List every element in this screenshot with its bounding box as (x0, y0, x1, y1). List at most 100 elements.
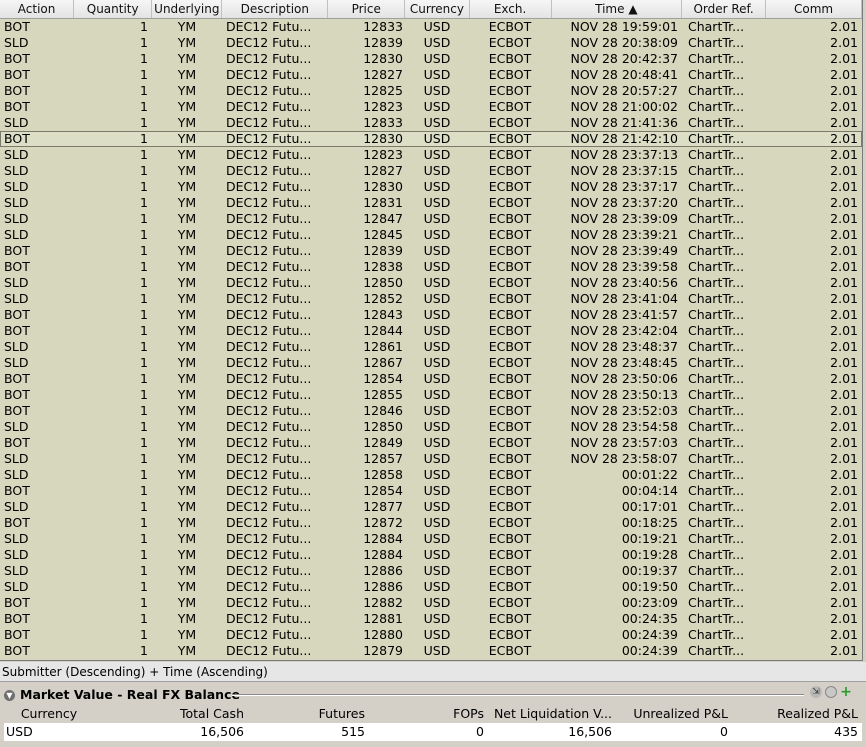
cell-exchange: ECBOT (488, 467, 532, 482)
table-row[interactable]: SLD 1 YM DEC12 Futu... 12831 USD ECBOT NOV 28 2… (0, 195, 862, 211)
table-row[interactable]: SLD 1 YM DEC12 Futu... 12867 USD ECBOT NOV 28 2… (0, 355, 862, 371)
table-row[interactable]: SLD 1 YM DEC12 Futu... 12886 USD ECBOT 00:19:37… (0, 563, 862, 579)
cell-underlying: YM (177, 307, 197, 322)
table-row[interactable]: BOT 1 YM DEC12 Futu... 12882 USD ECBOT 00:23:09… (0, 595, 862, 611)
cell-description: DEC12 Futu... (226, 291, 312, 306)
table-row[interactable]: BOT 1 YM DEC12 Futu... 12839 USD ECBOT NOV 28 2… (0, 243, 862, 259)
market-value-title: Market Value - Real FX Balance (20, 687, 240, 702)
cell-time: 00:19:28 (621, 547, 678, 562)
mv-col-net-liquidation[interactable]: Net Liquidation V... (488, 706, 616, 722)
table-row[interactable]: SLD 1 YM DEC12 Futu... 12850 USD ECBOT NOV 28 2… (0, 419, 862, 435)
col-quantity-header[interactable]: Quantity (74, 0, 153, 18)
table-row[interactable]: SLD 1 YM DEC12 Futu... 12830 USD ECBOT NOV 28 2… (0, 179, 862, 195)
table-row[interactable]: SLD 1 YM DEC12 Futu... 12845 USD ECBOT NOV 28 2… (0, 227, 862, 243)
cell-quantity: 1 (140, 531, 148, 546)
table-row[interactable]: SLD 1 YM DEC12 Futu... 12877 USD ECBOT 00:17:01… (0, 499, 862, 515)
cell-action: SLD (4, 563, 29, 578)
col-order-ref-header[interactable]: Order Ref. (682, 0, 767, 18)
cell-comm: 2.01 (830, 243, 858, 258)
table-row[interactable]: BOT 1 YM DEC12 Futu... 12830 USD ECBOT NOV 28 2… (0, 51, 862, 67)
table-row[interactable]: BOT 1 YM DEC12 Futu... 12823 USD ECBOT NOV 28 2… (0, 99, 862, 115)
cell-quantity: 1 (140, 99, 148, 114)
table-row[interactable]: BOT 1 YM DEC12 Futu... 12830 USD ECBOT NOV 28 2… (0, 131, 862, 147)
mv-col-realized-pnl[interactable]: Realized P&L (732, 706, 862, 722)
table-row[interactable]: BOT 1 YM DEC12 Futu... 12854 USD ECBOT NOV 28 2… (0, 371, 862, 387)
table-row[interactable]: SLD 1 YM DEC12 Futu... 12823 USD ECBOT NOV 28 2… (0, 147, 862, 163)
cell-time: NOV 28 20:42:37 (570, 51, 678, 66)
col-underlying-header[interactable]: Underlying (152, 0, 223, 18)
table-row[interactable]: SLD 1 YM DEC12 Futu... 12861 USD ECBOT NOV 28 2… (0, 339, 862, 355)
cell-quantity: 1 (140, 83, 148, 98)
col-currency-header[interactable]: Currency (405, 0, 470, 18)
table-row[interactable]: BOT 1 YM DEC12 Futu... 12833 USD ECBOT NOV 28 1… (0, 19, 862, 35)
cell-order-ref: ChartTr... (688, 435, 745, 450)
table-row[interactable]: BOT 1 YM DEC12 Futu... 12855 USD ECBOT NOV 28 2… (0, 387, 862, 403)
table-row[interactable]: SLD 1 YM DEC12 Futu... 12847 USD ECBOT NOV 28 2… (0, 211, 862, 227)
cell-description: DEC12 Futu... (226, 563, 312, 578)
table-row[interactable]: SLD 1 YM DEC12 Futu... 12827 USD ECBOT NOV 28 2… (0, 163, 862, 179)
col-time-header[interactable]: Time ▲ (552, 0, 683, 18)
table-row[interactable]: BOT 1 YM DEC12 Futu... 12880 USD ECBOT 00:24:39… (0, 627, 862, 643)
table-row[interactable]: SLD 1 YM DEC12 Futu... 12839 USD ECBOT NOV 28 2… (0, 35, 862, 51)
col-price-header[interactable]: Price (328, 0, 406, 18)
table-row[interactable]: BOT 1 YM DEC12 Futu... 12879 USD ECBOT 00:24:39… (0, 643, 862, 659)
cell-action: BOT (4, 243, 30, 258)
cell-underlying: YM (177, 451, 197, 466)
settings-icon[interactable] (825, 686, 837, 698)
mv-currency: USD (6, 724, 33, 739)
table-row[interactable]: BOT 1 YM DEC12 Futu... 12881 USD ECBOT 00:24:35… (0, 611, 862, 627)
cell-action: BOT (4, 627, 30, 642)
table-row[interactable]: SLD 1 YM DEC12 Futu... 12833 USD ECBOT NOV 28 2… (0, 115, 862, 131)
cell-order-ref: ChartTr... (688, 499, 745, 514)
cell-underlying: YM (177, 531, 197, 546)
mv-col-futures[interactable]: Futures (248, 706, 369, 722)
collapse-icon[interactable]: ▼ (4, 689, 15, 701)
cell-quantity: 1 (140, 547, 148, 562)
cell-quantity: 1 (140, 611, 148, 626)
col-description-header[interactable]: Description (222, 0, 329, 18)
cell-comm: 2.01 (830, 211, 858, 226)
market-value-row[interactable]: USD 16,506 515 0 16,506 0 435 (4, 723, 862, 741)
cell-quantity: 1 (140, 195, 148, 210)
mv-col-total-cash[interactable]: Total Cash (94, 706, 248, 722)
cell-currency: USD (423, 99, 451, 114)
table-row[interactable]: BOT 1 YM DEC12 Futu... 12825 USD ECBOT NOV 28 2… (0, 83, 862, 99)
table-row[interactable]: SLD 1 YM DEC12 Futu... 12884 USD ECBOT 00:19:21… (0, 531, 862, 547)
cell-action: BOT (4, 67, 30, 82)
cell-time: 00:19:37 (621, 563, 678, 578)
table-row[interactable]: SLD 1 YM DEC12 Futu... 12857 USD ECBOT NOV 28 2… (0, 451, 862, 467)
mv-col-fops[interactable]: FOPs (369, 706, 488, 722)
mv-col-currency[interactable]: Currency (4, 706, 94, 722)
table-row[interactable]: BOT 1 YM DEC12 Futu... 12838 USD ECBOT NOV 28 2… (0, 259, 862, 275)
table-row[interactable]: BOT 1 YM DEC12 Futu... 12846 USD ECBOT NOV 28 2… (0, 403, 862, 419)
col-comm-header[interactable]: Comm (766, 0, 862, 18)
table-row[interactable]: BOT 1 YM DEC12 Futu... 12827 USD ECBOT NOV 28 2… (0, 67, 862, 83)
table-row[interactable]: SLD 1 YM DEC12 Futu... 12850 USD ECBOT NOV 28 2… (0, 275, 862, 291)
table-row[interactable]: BOT 1 YM DEC12 Futu... 12844 USD ECBOT NOV 28 2… (0, 323, 862, 339)
table-row[interactable]: SLD 1 YM DEC12 Futu... 12852 USD ECBOT NOV 28 2… (0, 291, 862, 307)
cell-order-ref: ChartTr... (688, 611, 745, 626)
cell-time: NOV 28 23:41:57 (570, 307, 678, 322)
table-row[interactable]: BOT 1 YM DEC12 Futu... 12849 USD ECBOT NOV 28 2… (0, 435, 862, 451)
table-row[interactable]: BOT 1 YM DEC12 Futu... 12843 USD ECBOT NOV 28 2… (0, 307, 862, 323)
cell-action: BOT (4, 307, 30, 322)
cell-exchange: ECBOT (488, 115, 532, 130)
cell-action: SLD (4, 211, 29, 226)
table-row[interactable]: SLD 1 YM DEC12 Futu... 12858 USD ECBOT 00:01:22… (0, 467, 862, 483)
cell-currency: USD (423, 419, 451, 434)
cell-underlying: YM (177, 51, 197, 66)
detach-icon[interactable]: ⇲ (810, 686, 822, 698)
mv-col-unrealized-pnl[interactable]: Unrealized P&L (616, 706, 732, 722)
col-action-header[interactable]: Action (0, 0, 75, 18)
table-row[interactable]: BOT 1 YM DEC12 Futu... 12872 USD ECBOT 00:18:25… (0, 515, 862, 531)
cell-exchange: ECBOT (488, 35, 532, 50)
table-row[interactable]: SLD 1 YM DEC12 Futu... 12886 USD ECBOT 00:19:50… (0, 579, 862, 595)
table-row[interactable]: BOT 1 YM DEC12 Futu... 12854 USD ECBOT 00:04:14… (0, 483, 862, 499)
cell-comm: 2.01 (830, 547, 858, 562)
cell-comm: 2.01 (830, 403, 858, 418)
add-icon[interactable]: + (840, 685, 852, 699)
cell-price: 12846 (363, 403, 403, 418)
cell-action: BOT (4, 483, 30, 498)
col-exchange-header[interactable]: Exch. (470, 0, 552, 18)
table-row[interactable]: SLD 1 YM DEC12 Futu... 12884 USD ECBOT 00:19:28… (0, 547, 862, 563)
